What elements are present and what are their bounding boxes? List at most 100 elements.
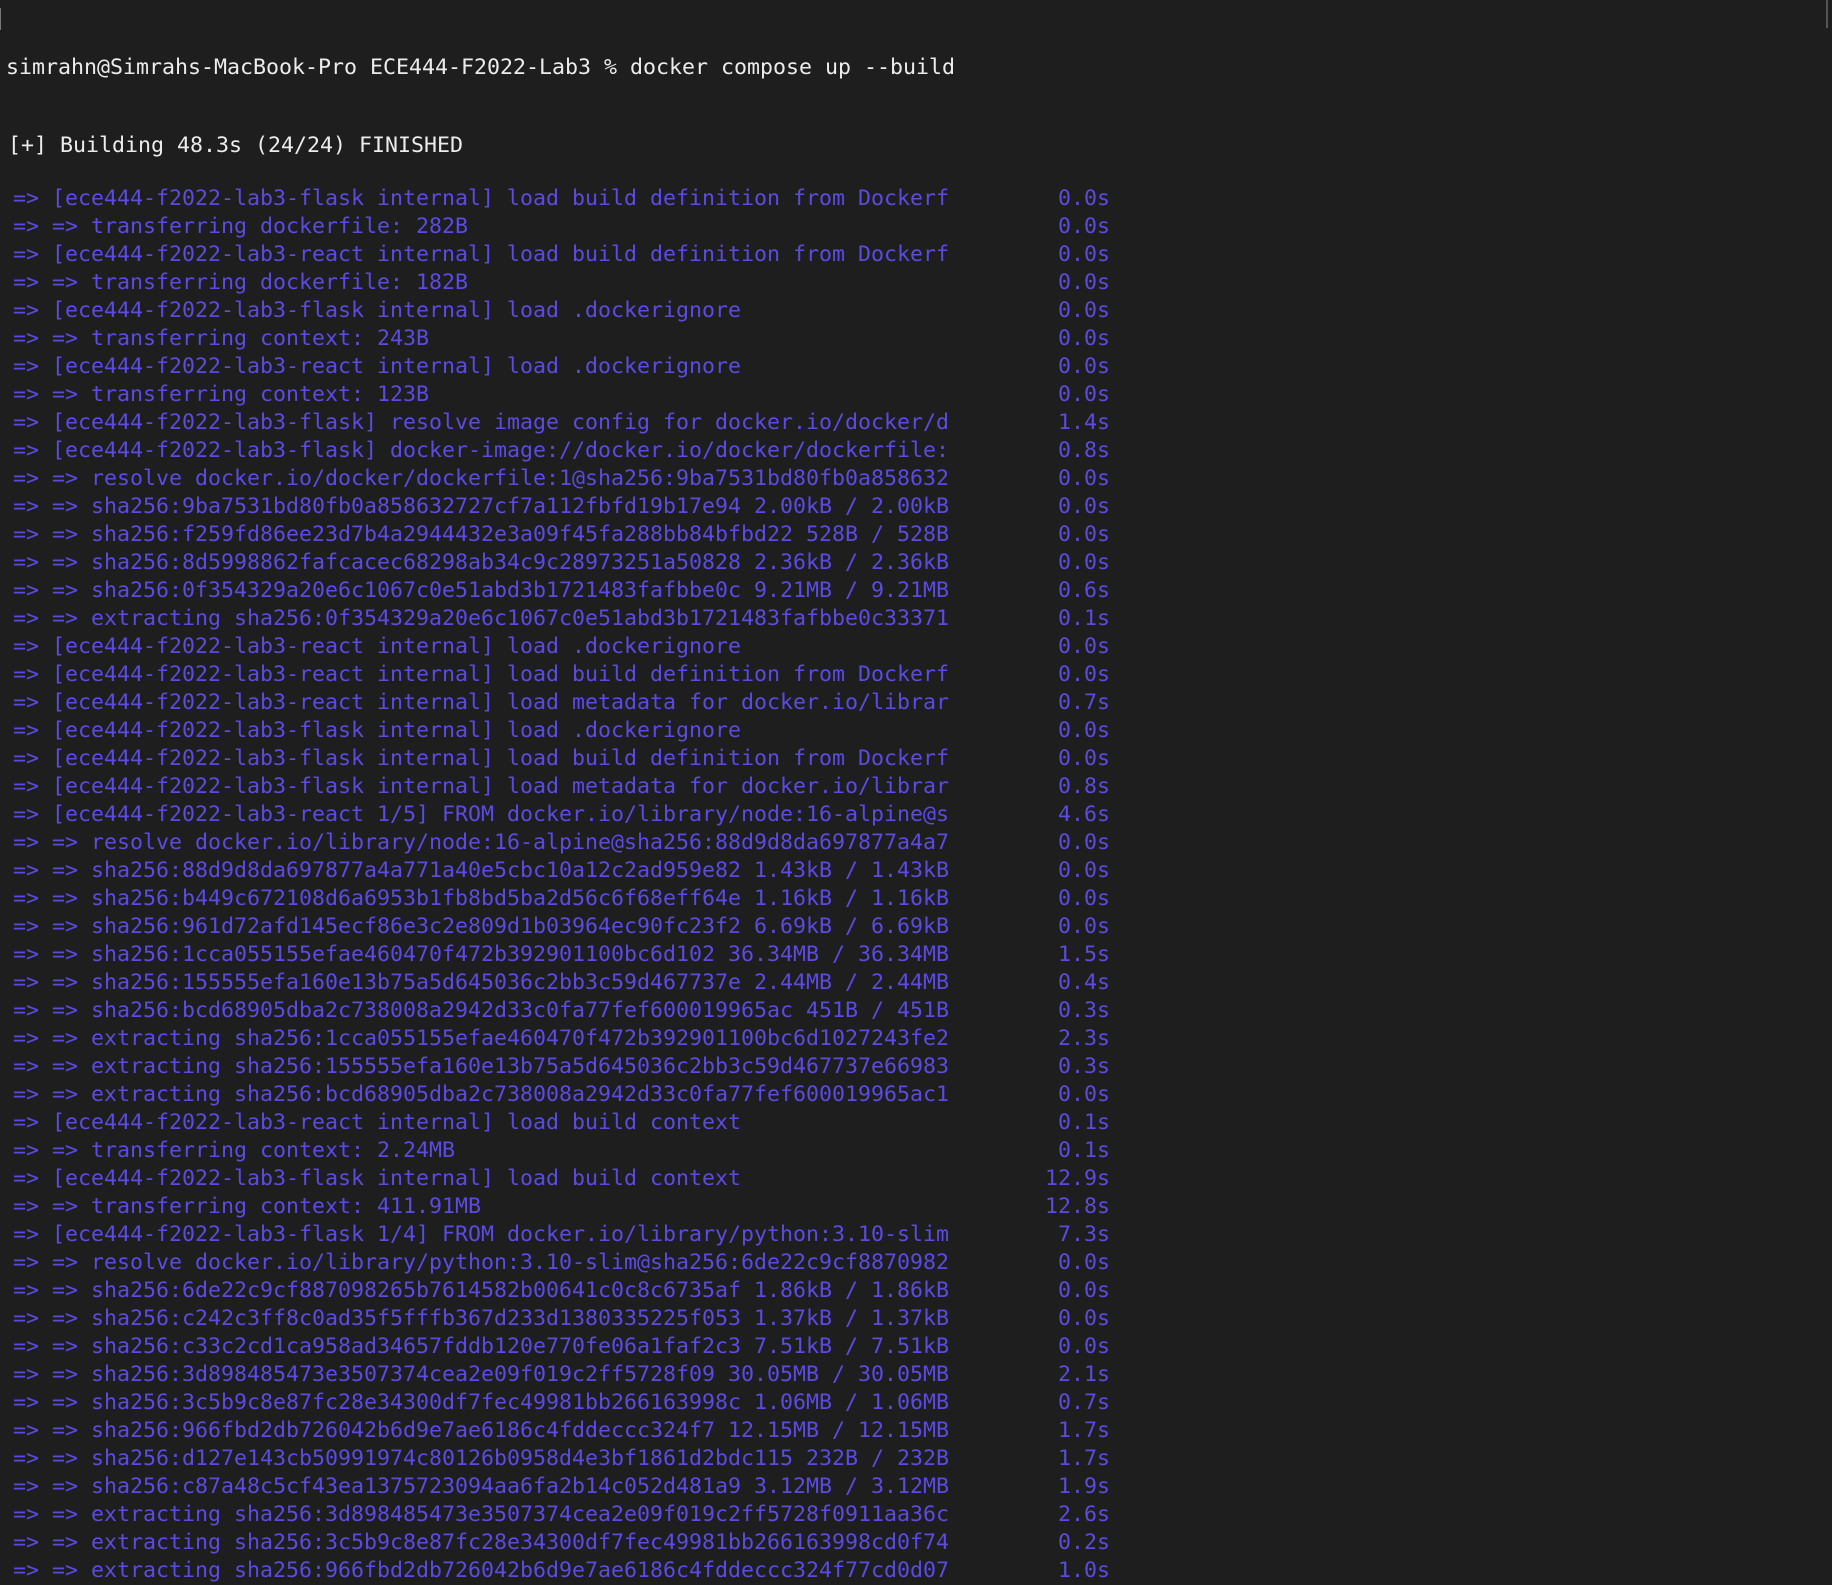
build-log-line: => => sha256:f259fd86ee23d7b4a2944432e3a… bbox=[0, 521, 1110, 549]
build-log-line: => => extracting sha256:0f354329a20e6c10… bbox=[0, 605, 1110, 633]
log-step-duration: 0.0s bbox=[1057, 354, 1110, 379]
build-log-line: => => transferring dockerfile: 182B 0.0s bbox=[0, 269, 1110, 297]
build-log-line: => => sha256:8d5998862fafcacec68298ab34c… bbox=[0, 549, 1110, 577]
log-step-duration: 0.1s bbox=[1057, 1138, 1110, 1163]
build-log-line: => [ece444-f2022-lab3-react internal] lo… bbox=[0, 689, 1110, 717]
log-step-duration: 0.7s bbox=[1057, 1390, 1110, 1415]
log-step-duration: 0.6s bbox=[1057, 578, 1110, 603]
log-step-text: => => resolve docker.io/docker/dockerfil… bbox=[0, 466, 950, 491]
log-step-duration: 0.0s bbox=[1057, 1278, 1110, 1303]
build-log-line: => => resolve docker.io/docker/dockerfil… bbox=[0, 465, 1110, 493]
build-log-line: => => extracting sha256:1cca055155efae46… bbox=[0, 1025, 1110, 1053]
log-step-text: => [ece444-f2022-lab3-flask internal] lo… bbox=[0, 774, 950, 799]
command-prompt-line: simrahn@Simrahs-MacBook-Pro ECE444-F2022… bbox=[6, 55, 956, 80]
log-step-duration: 2.1s bbox=[1057, 1362, 1110, 1387]
log-step-duration: 0.0s bbox=[1057, 214, 1110, 239]
log-step-text: => [ece444-f2022-lab3-react 1/5] FROM do… bbox=[0, 802, 950, 827]
build-status-line: [+] Building 48.3s (24/24) FINISHED bbox=[8, 133, 464, 158]
log-step-duration: 1.0s bbox=[1057, 1558, 1110, 1583]
log-step-duration: 12.8s bbox=[1044, 1194, 1110, 1219]
build-log-line: => => sha256:bcd68905dba2c738008a2942d33… bbox=[0, 997, 1110, 1025]
log-step-text: => => sha256:961d72afd145ecf86e3c2e809d1… bbox=[0, 914, 950, 939]
build-log-line: => [ece444-f2022-lab3-react internal] lo… bbox=[0, 1109, 1110, 1137]
log-step-text: => [ece444-f2022-lab3-flask internal] lo… bbox=[0, 746, 950, 771]
log-step-text: => => resolve docker.io/library/python:3… bbox=[0, 1250, 950, 1275]
build-log-line: => => transferring dockerfile: 282B 0.0s bbox=[0, 213, 1110, 241]
build-log-line: => [ece444-f2022-lab3-react internal] lo… bbox=[0, 661, 1110, 689]
log-step-text: => [ece444-f2022-lab3-react internal] lo… bbox=[0, 242, 950, 267]
log-step-duration: 0.0s bbox=[1057, 550, 1110, 575]
log-step-duration: 1.9s bbox=[1057, 1474, 1110, 1499]
build-log-line: => [ece444-f2022-lab3-flask internal] lo… bbox=[0, 717, 1110, 745]
log-step-duration: 0.0s bbox=[1057, 662, 1110, 687]
log-step-duration: 0.0s bbox=[1057, 858, 1110, 883]
log-step-text: => => sha256:c242c3ff8c0ad35f5fffb367d23… bbox=[0, 1306, 950, 1331]
log-step-text: => [ece444-f2022-lab3-flask internal] lo… bbox=[0, 718, 742, 743]
log-step-text: => => transferring context: 411.91MB bbox=[0, 1194, 482, 1219]
build-log-line: => [ece444-f2022-lab3-flask] resolve ima… bbox=[0, 409, 1110, 437]
build-log-line: => => sha256:88d9d8da697877a4a771a40e5cb… bbox=[0, 857, 1110, 885]
log-step-duration: 0.0s bbox=[1057, 1082, 1110, 1107]
log-step-text: => [ece444-f2022-lab3-react internal] lo… bbox=[0, 690, 950, 715]
log-step-duration: 0.1s bbox=[1057, 1110, 1110, 1135]
log-step-duration: 0.0s bbox=[1057, 522, 1110, 547]
log-step-text: => [ece444-f2022-lab3-flask] docker-imag… bbox=[0, 438, 950, 463]
log-step-text: => => extracting sha256:3d898485473e3507… bbox=[0, 1502, 950, 1527]
terminal-output[interactable]: simrahn@Simrahs-MacBook-Pro ECE444-F2022… bbox=[0, 4, 1110, 1585]
build-log-line: => [ece444-f2022-lab3-flask internal] lo… bbox=[0, 297, 1110, 325]
log-step-text: => => transferring context: 2.24MB bbox=[0, 1138, 456, 1163]
log-step-duration: 1.4s bbox=[1057, 410, 1110, 435]
log-step-text: => => extracting sha256:bcd68905dba2c738… bbox=[0, 1082, 950, 1107]
log-step-text: => => resolve docker.io/library/node:16-… bbox=[0, 830, 950, 855]
build-log-line: => => sha256:6de22c9cf887098265b7614582b… bbox=[0, 1277, 1110, 1305]
log-step-duration: 0.1s bbox=[1057, 606, 1110, 631]
log-step-duration: 0.0s bbox=[1057, 270, 1110, 295]
build-log-line: => => sha256:1cca055155efae460470f472b39… bbox=[0, 941, 1110, 969]
log-step-text: => => transferring dockerfile: 282B bbox=[0, 214, 469, 239]
build-log-line: => => sha256:c242c3ff8c0ad35f5fffb367d23… bbox=[0, 1305, 1110, 1333]
log-step-text: => => sha256:c33c2cd1ca958ad34657fddb120… bbox=[0, 1334, 950, 1359]
log-step-duration: 0.8s bbox=[1057, 774, 1110, 799]
log-step-duration: 0.0s bbox=[1057, 382, 1110, 407]
log-step-text: => [ece444-f2022-lab3-flask internal] lo… bbox=[0, 1166, 742, 1191]
build-log-line: => => sha256:0f354329a20e6c1067c0e51abd3… bbox=[0, 577, 1110, 605]
log-step-duration: 0.0s bbox=[1057, 718, 1110, 743]
log-step-duration: 1.5s bbox=[1057, 942, 1110, 967]
log-step-duration: 1.7s bbox=[1057, 1418, 1110, 1443]
log-step-text: => [ece444-f2022-lab3-react internal] lo… bbox=[0, 662, 950, 687]
log-step-text: => => sha256:966fbd2db726042b6d9e7ae6186… bbox=[0, 1418, 950, 1443]
build-log-line: => [ece444-f2022-lab3-react internal] lo… bbox=[0, 353, 1110, 381]
log-step-duration: 2.6s bbox=[1057, 1502, 1110, 1527]
build-log-line: => => transferring context: 243B 0.0s bbox=[0, 325, 1110, 353]
log-step-text: => => sha256:1cca055155efae460470f472b39… bbox=[0, 942, 950, 967]
log-step-duration: 1.7s bbox=[1057, 1446, 1110, 1471]
log-step-text: => [ece444-f2022-lab3-react internal] lo… bbox=[0, 354, 742, 379]
log-step-text: => => extracting sha256:966fbd2db726042b… bbox=[0, 1558, 950, 1583]
log-step-text: => => sha256:3c5b9c8e87fc28e34300df7fec4… bbox=[0, 1390, 950, 1415]
build-log-line: => => resolve docker.io/library/python:3… bbox=[0, 1249, 1110, 1277]
log-step-duration: 0.0s bbox=[1057, 746, 1110, 771]
build-log-line: => [ece444-f2022-lab3-react internal] lo… bbox=[0, 633, 1110, 661]
build-log-line: => [ece444-f2022-lab3-flask internal] lo… bbox=[0, 773, 1110, 801]
build-log-line: => [ece444-f2022-lab3-flask 1/4] FROM do… bbox=[0, 1221, 1110, 1249]
log-step-text: => => extracting sha256:0f354329a20e6c10… bbox=[0, 606, 950, 631]
build-log-line: => => sha256:b449c672108d6a6953b1fb8bd5b… bbox=[0, 885, 1110, 913]
build-log-line: => => sha256:9ba7531bd80fb0a858632727cf7… bbox=[0, 493, 1110, 521]
build-log-line: => => sha256:d127e143cb50991974c80126b09… bbox=[0, 1445, 1110, 1473]
build-log-line: => => extracting sha256:155555efa160e13b… bbox=[0, 1053, 1110, 1081]
build-log-line: => [ece444-f2022-lab3-react internal] lo… bbox=[0, 241, 1110, 269]
build-log-line: => => extracting sha256:bcd68905dba2c738… bbox=[0, 1081, 1110, 1109]
build-log-line: => [ece444-f2022-lab3-flask internal] lo… bbox=[0, 745, 1110, 773]
window-edge bbox=[1826, 0, 1832, 28]
log-step-duration: 0.0s bbox=[1057, 886, 1110, 911]
build-log-line: => => extracting sha256:3c5b9c8e87fc28e3… bbox=[0, 1529, 1110, 1557]
log-step-duration: 0.0s bbox=[1057, 830, 1110, 855]
log-step-duration: 0.0s bbox=[1057, 1250, 1110, 1275]
log-step-duration: 0.8s bbox=[1057, 438, 1110, 463]
build-log-line: => [ece444-f2022-lab3-flask internal] lo… bbox=[0, 1165, 1110, 1193]
log-step-duration: 0.0s bbox=[1057, 1334, 1110, 1359]
log-step-duration: 0.0s bbox=[1057, 466, 1110, 491]
build-log-line: => => sha256:966fbd2db726042b6d9e7ae6186… bbox=[0, 1417, 1110, 1445]
log-step-duration: 12.9s bbox=[1044, 1166, 1110, 1191]
build-log-line: => => sha256:c33c2cd1ca958ad34657fddb120… bbox=[0, 1333, 1110, 1361]
